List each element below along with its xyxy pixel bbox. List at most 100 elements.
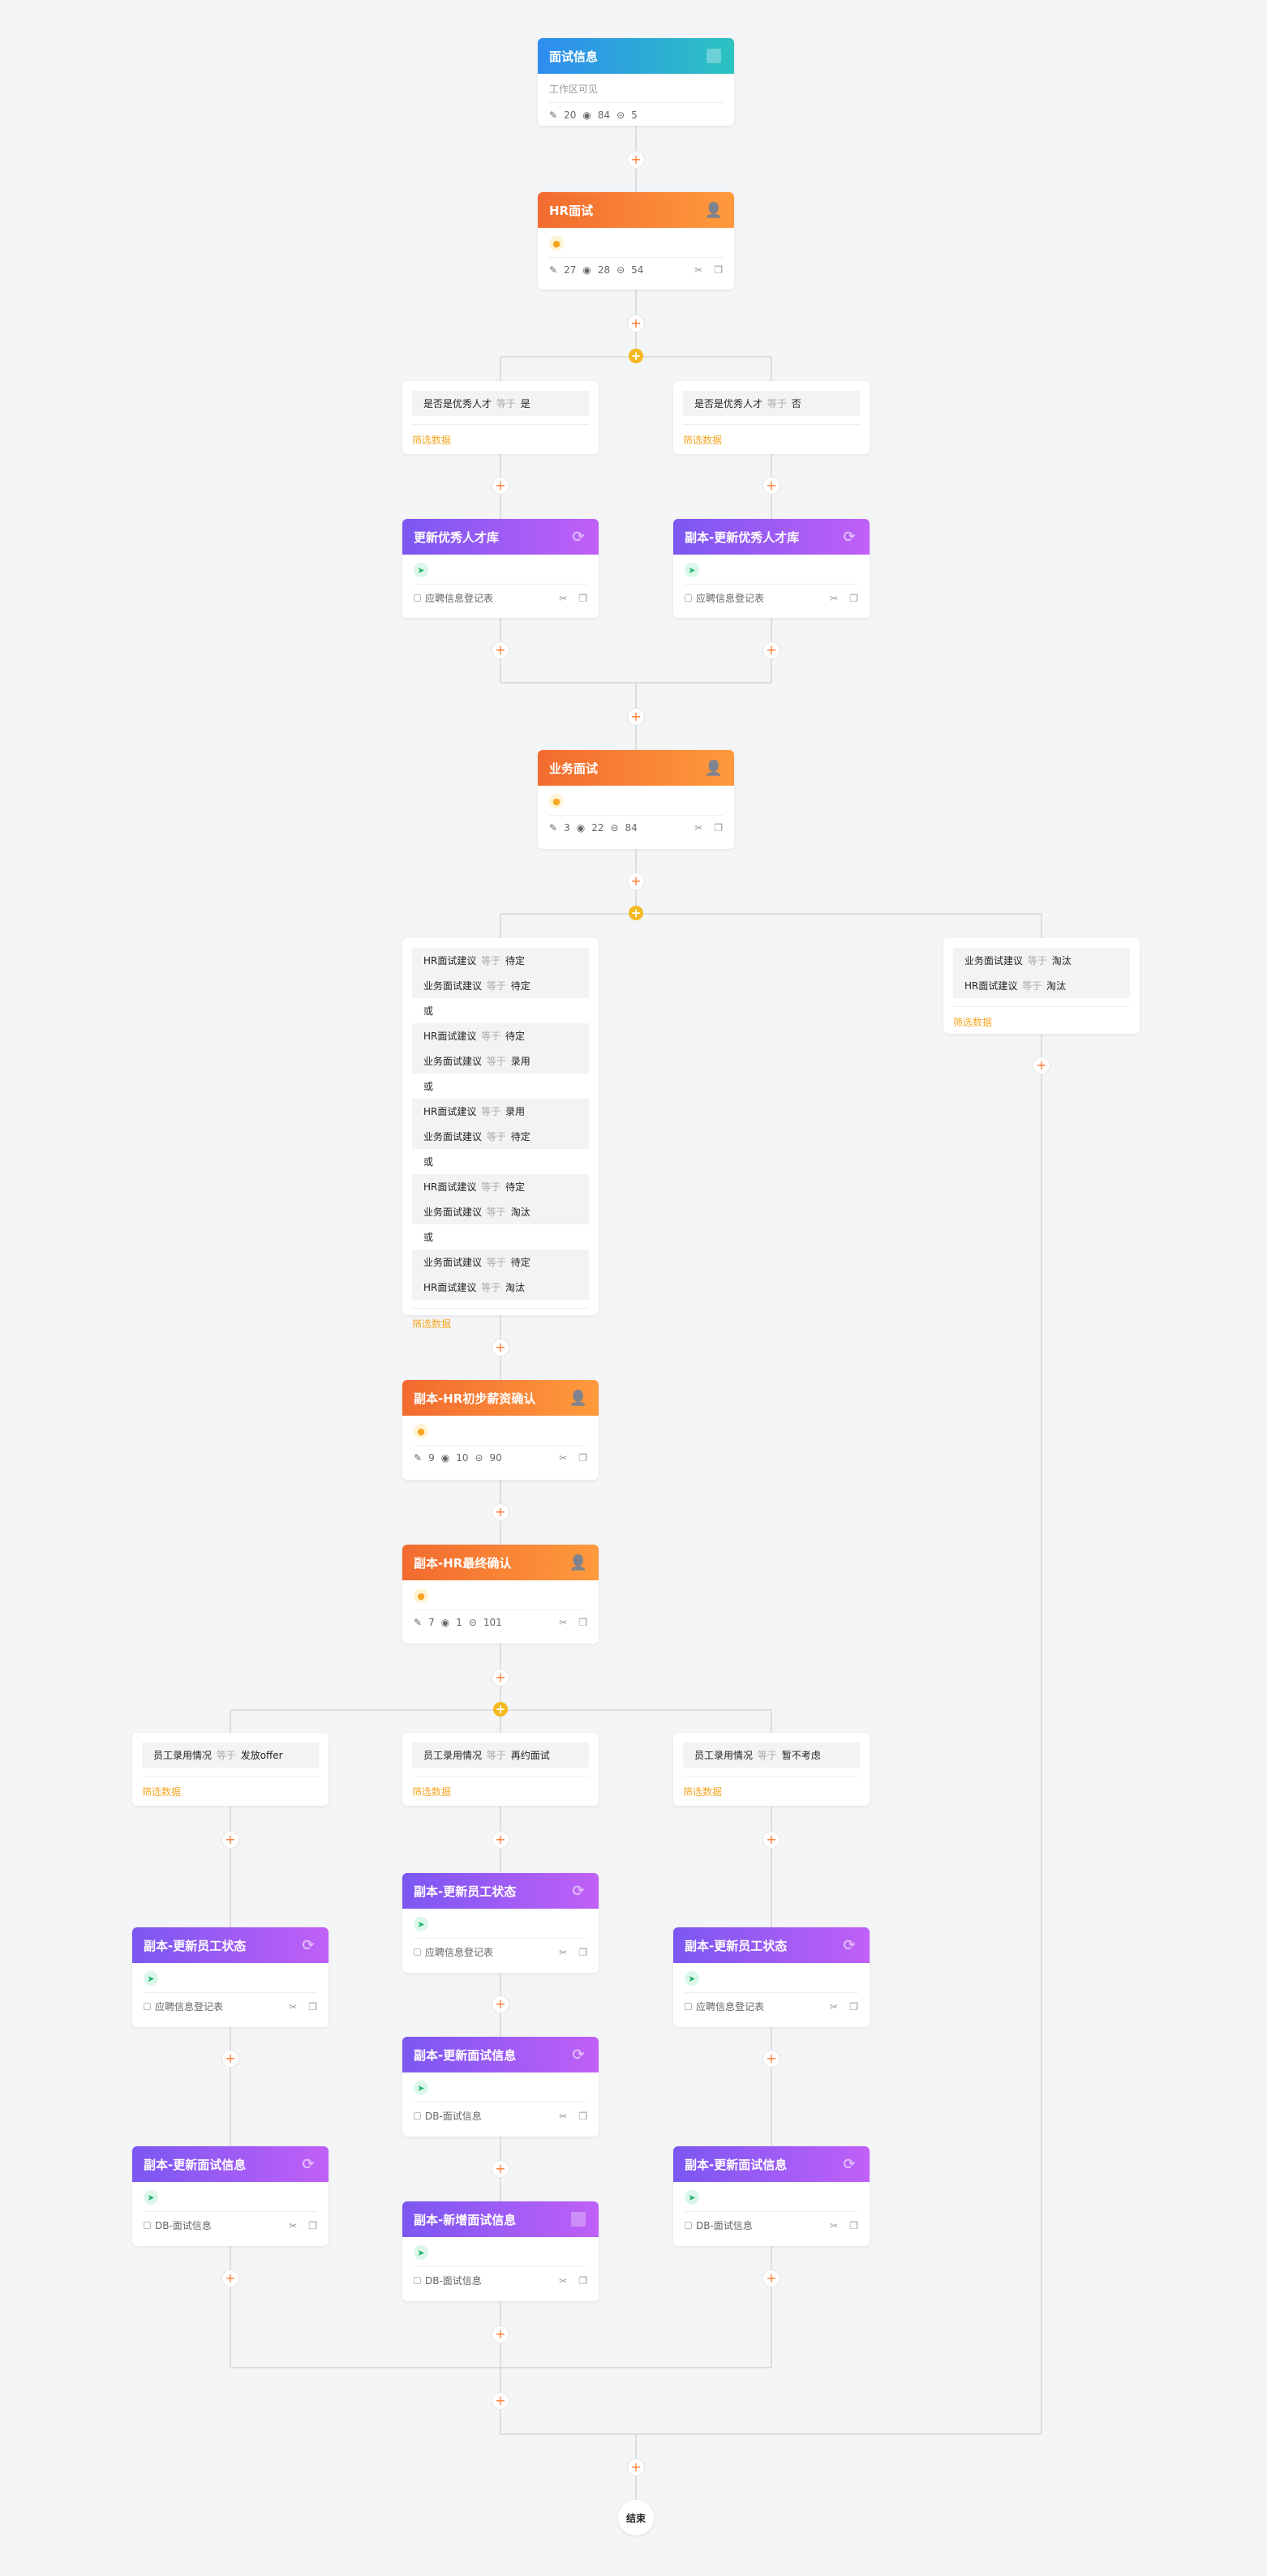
add-branch-icon[interactable]: + [493, 1702, 508, 1717]
table-icon [144, 2222, 151, 2229]
condition-row: 业务面试建议 等于 淘汰 [412, 1199, 589, 1224]
condition-value: 淘汰 [1046, 980, 1067, 992]
scissors-icon[interactable]: ✂ [289, 2001, 297, 2012]
add-branch-icon[interactable]: + [629, 349, 643, 363]
start-node-subtitle: 工作区可见 [549, 84, 599, 95]
salary-confirm-card[interactable]: 副本-HR初步薪资确认 👤 ● ✎ 9 ◉ 10 ⊝ 90 ✂ ❐ [402, 1380, 599, 1480]
copy-icon[interactable]: ❐ [849, 593, 858, 604]
filter-data-link[interactable]: 筛选数据 [683, 1776, 860, 1798]
scissors-icon[interactable]: ✂ [559, 593, 567, 604]
condition-row: HR面试建议 等于 待定 [412, 1174, 589, 1199]
scissors-icon[interactable]: ✂ [289, 2220, 297, 2231]
node-title: 副本-更新面试信息 [685, 2157, 788, 2172]
filter-data-link[interactable]: 筛选数据 [412, 1308, 589, 1331]
copy-icon[interactable]: ❐ [578, 1452, 587, 1464]
copy-icon[interactable]: ❐ [714, 264, 723, 276]
left-update-status-card[interactable]: 副本-更新员工状态 ⟳ ➤ 应聘信息登记表 ✂ ❐ [132, 1927, 329, 2027]
add-node-button[interactable]: + [762, 1831, 780, 1849]
condition-card-offer[interactable]: 员工录用情况 等于 发放offer 筛选数据 [132, 1733, 329, 1806]
condition-card-talent-no[interactable]: 是否是优秀人才 等于 否 筛选数据 [673, 381, 870, 454]
hr-interview-card[interactable]: HR面试 👤 ● ✎ 27 ◉ 28 ⊝ 54 ✂ ❐ [538, 192, 734, 289]
condition-operator: 等于 [486, 1131, 506, 1142]
filter-data-link[interactable]: 筛选数据 [412, 1776, 589, 1798]
add-node-button[interactable]: + [492, 1831, 509, 1849]
add-node-button[interactable]: + [492, 1995, 509, 2013]
add-node-button[interactable]: + [221, 1831, 239, 1849]
refresh-icon: ⟳ [572, 528, 585, 546]
biz-interview-card[interactable]: 业务面试 👤 ● ✎ 3 ◉ 22 ⊝ 84 ✂ ❐ [538, 750, 734, 849]
mid-add-info-card[interactable]: 副本-新增面试信息 ➤ DB-面试信息 ✂ ❐ [402, 2201, 599, 2301]
left-update-info-card[interactable]: 副本-更新面试信息 ⟳ ➤ DB-面试信息 ✂ ❐ [132, 2146, 329, 2246]
add-node-button[interactable]: + [492, 2392, 509, 2410]
copy-icon[interactable]: ❐ [714, 822, 723, 834]
add-node-button[interactable]: + [492, 1669, 509, 1687]
filter-data-link[interactable]: 筛选数据 [683, 424, 860, 447]
scissors-icon[interactable]: ✂ [694, 822, 702, 834]
start-node-card[interactable]: 面试信息 工作区可见 ✎ 20 ◉ 84 ⊝ 5 [538, 38, 734, 126]
update-talent-card[interactable]: 更新优秀人才库 ⟳ ➤ 应聘信息登记表 ✂ ❐ [402, 519, 599, 618]
add-node-button[interactable]: + [762, 477, 780, 495]
mid-update-status-card[interactable]: 副本-更新员工状态 ⟳ ➤ 应聘信息登记表 ✂ ❐ [402, 1873, 599, 1973]
condition-card-talent-yes[interactable]: 是否是优秀人才 等于 是 筛选数据 [402, 381, 599, 454]
add-node-button[interactable]: + [627, 151, 645, 169]
condition-operator: 等于 [481, 1181, 501, 1193]
add-node-button[interactable]: + [492, 477, 509, 495]
scissors-icon[interactable]: ✂ [694, 264, 702, 276]
filter-data-link[interactable]: 筛选数据 [412, 424, 589, 447]
mid-update-info-card[interactable]: 副本-更新面试信息 ⟳ ➤ DB-面试信息 ✂ ❐ [402, 2037, 599, 2137]
condition-operator: 等于 [481, 1031, 501, 1042]
scissors-icon[interactable]: ✂ [830, 2220, 838, 2231]
filter-data-link[interactable]: 筛选数据 [953, 1006, 1130, 1029]
scissors-icon[interactable]: ✂ [830, 593, 838, 604]
add-node-button[interactable]: + [627, 315, 645, 332]
link-icon: ⊝ [468, 1617, 477, 1628]
or-separator: 或 [412, 1224, 589, 1249]
copy-icon[interactable]: ❐ [308, 2001, 317, 2012]
copy-icon[interactable]: ❐ [578, 2275, 587, 2287]
condition-card-pending[interactable]: HR面试建议 等于 待定 业务面试建议 等于 待定或 HR面试建议 等于 待定 业务面… [402, 938, 599, 1330]
copy-update-talent-card[interactable]: 副本-更新优秀人才库 ⟳ ➤ 应聘信息登记表 ✂ ❐ [673, 519, 870, 618]
add-node-button[interactable]: + [492, 1503, 509, 1521]
add-node-button[interactable]: + [492, 2160, 509, 2178]
table-name: 应聘信息登记表 [425, 593, 494, 604]
add-node-button[interactable]: + [762, 641, 780, 659]
copy-icon[interactable]: ❐ [578, 1617, 587, 1628]
final-confirm-card[interactable]: 副本-HR最终确认 👤 ● ✎ 7 ◉ 1 ⊝ 101 ✂ ❐ [402, 1545, 599, 1644]
copy-icon[interactable]: ❐ [578, 2111, 587, 2122]
condition-card-again[interactable]: 员工录用情况 等于 再约面试 筛选数据 [402, 1733, 599, 1806]
filter-data-link[interactable]: 筛选数据 [142, 1776, 319, 1798]
condition-card-hold[interactable]: 员工录用情况 等于 暂不考虑 筛选数据 [673, 1733, 870, 1806]
copy-icon[interactable]: ❐ [578, 593, 587, 604]
copy-icon[interactable]: ❐ [578, 1947, 587, 1958]
scissors-icon[interactable]: ✂ [830, 2001, 838, 2012]
condition-value: 否 [791, 398, 801, 409]
condition-field: 是否是优秀人才 [694, 398, 763, 409]
scissors-icon[interactable]: ✂ [559, 2111, 567, 2122]
add-node-button[interactable]: + [627, 2458, 645, 2476]
copy-icon[interactable]: ❐ [849, 2220, 858, 2231]
add-node-button[interactable]: + [762, 2050, 780, 2068]
add-branch-icon[interactable]: + [629, 906, 643, 920]
condition-card-reject[interactable]: 业务面试建议 等于 淘汰 HR面试建议 等于 淘汰 筛选数据 [943, 938, 1140, 1034]
condition-value: 录用 [505, 1106, 526, 1117]
copy-icon[interactable]: ❐ [308, 2220, 317, 2231]
copy-icon[interactable]: ❐ [849, 2001, 858, 2012]
scissors-icon[interactable]: ✂ [559, 1452, 567, 1464]
scissors-icon[interactable]: ✂ [559, 2275, 567, 2287]
add-node-button[interactable]: + [492, 641, 509, 659]
add-node-button[interactable]: + [221, 2270, 239, 2287]
add-node-button[interactable]: + [627, 872, 645, 890]
add-node-button[interactable]: + [1033, 1057, 1050, 1074]
add-node-button[interactable]: + [221, 2050, 239, 2068]
scissors-icon[interactable]: ✂ [559, 1617, 567, 1628]
link-icon: ⊝ [616, 109, 625, 121]
add-node-button[interactable]: + [627, 708, 645, 726]
right-update-status-card[interactable]: 副本-更新员工状态 ⟳ ➤ 应聘信息登记表 ✂ ❐ [673, 1927, 870, 2027]
scissors-icon[interactable]: ✂ [559, 1947, 567, 1958]
user-icon: 👤 [569, 1389, 588, 1407]
add-node-button[interactable]: + [492, 2325, 509, 2343]
add-node-button[interactable]: + [762, 2270, 780, 2287]
add-node-button[interactable]: + [492, 1339, 509, 1357]
right-update-info-card[interactable]: 副本-更新面试信息 ⟳ ➤ DB-面试信息 ✂ ❐ [673, 2146, 870, 2246]
condition-row: 业务面试建议 等于 录用 [412, 1048, 589, 1074]
